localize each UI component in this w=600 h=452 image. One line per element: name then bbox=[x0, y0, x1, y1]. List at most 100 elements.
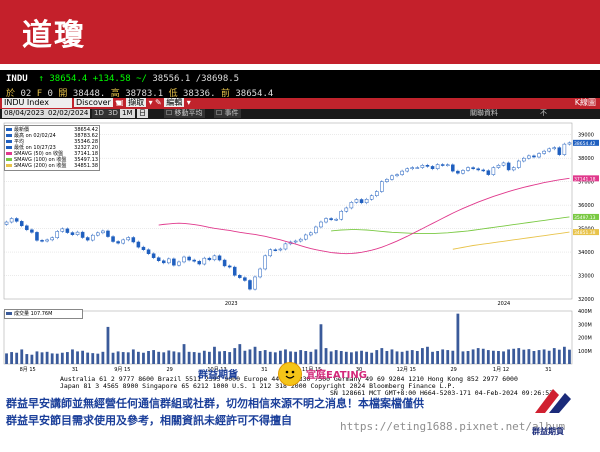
brand-right: 宜庭EATING bbox=[306, 370, 367, 381]
candle-body bbox=[101, 230, 105, 234]
candle-body bbox=[400, 170, 404, 175]
candle-body bbox=[111, 236, 115, 242]
moving-average-toggle[interactable]: ☐ 移動平均 bbox=[164, 109, 205, 118]
related-data-button[interactable]: 關聯資料 bbox=[470, 109, 498, 118]
candle-body bbox=[146, 249, 151, 254]
volume-bar bbox=[370, 352, 374, 364]
volume-bar bbox=[15, 352, 19, 364]
logo-text: 群益期貨 bbox=[532, 427, 564, 436]
candle-body bbox=[227, 265, 232, 268]
volume-bar bbox=[360, 350, 363, 364]
edit-button[interactable]: ✎ 編輯 ▾ bbox=[155, 98, 191, 108]
legend-entry: SMAVG (200) on 收盤 34851.38 bbox=[6, 163, 98, 169]
volume-bar bbox=[213, 346, 216, 364]
volume-bar bbox=[385, 351, 389, 364]
legend-swatch bbox=[6, 140, 12, 143]
settings-button[interactable]: 不 bbox=[540, 109, 547, 118]
candle-body bbox=[90, 234, 95, 241]
legend-swatch bbox=[6, 164, 12, 167]
volume-bar bbox=[111, 352, 115, 364]
x-tick-label: 29 bbox=[166, 367, 172, 373]
candle-body bbox=[547, 148, 551, 152]
volume-bar bbox=[187, 351, 191, 364]
candle-body bbox=[567, 142, 572, 145]
period-3d[interactable]: 3D bbox=[106, 109, 120, 118]
volume-bar bbox=[497, 351, 500, 364]
start-date-input[interactable]: 08/04/2023 bbox=[2, 109, 47, 118]
candle-body bbox=[395, 174, 399, 177]
discover-button[interactable]: Discover ▾ bbox=[74, 98, 119, 108]
candle-body bbox=[40, 240, 44, 242]
y-tick-label: 38000 bbox=[578, 156, 594, 162]
volume-bar bbox=[248, 349, 252, 364]
volume-bar bbox=[96, 353, 100, 364]
volume-bar bbox=[91, 353, 95, 364]
candle-body bbox=[451, 164, 455, 172]
security-field[interactable]: INDU Index bbox=[2, 98, 72, 108]
volume-bar bbox=[557, 349, 561, 364]
candle-body bbox=[75, 231, 80, 235]
candle-body bbox=[359, 199, 364, 204]
period-1d[interactable]: 1D bbox=[92, 109, 106, 118]
candle-body bbox=[161, 260, 166, 264]
candle-body bbox=[116, 241, 120, 244]
x-tick-label: 31 bbox=[72, 367, 78, 373]
price-tag-label: 37141.18 bbox=[574, 176, 596, 182]
x-tick-label: 12月 15 bbox=[397, 367, 416, 373]
candle-body bbox=[45, 239, 49, 242]
candle-body bbox=[430, 166, 435, 170]
volume-bar bbox=[76, 351, 79, 364]
candle-body bbox=[151, 253, 156, 258]
candle-body bbox=[466, 167, 470, 171]
y-tick-label: 32000 bbox=[578, 297, 594, 303]
company-logo bbox=[535, 389, 571, 413]
period-1m[interactable]: 1M bbox=[120, 109, 135, 118]
price-tag-label: 34851.38 bbox=[574, 230, 596, 236]
legend-swatch bbox=[6, 128, 12, 131]
legend-swatch bbox=[6, 158, 12, 161]
candle-body bbox=[390, 175, 394, 180]
volume-bar bbox=[436, 351, 440, 364]
candle-body bbox=[131, 237, 136, 243]
volume-bar bbox=[60, 352, 64, 364]
end-date-input[interactable]: 02/02/2024 bbox=[46, 109, 91, 118]
volume-bar bbox=[101, 351, 105, 364]
candle-body bbox=[481, 169, 486, 172]
volume-bar bbox=[395, 351, 399, 364]
volume-bar bbox=[263, 350, 267, 364]
events-toggle[interactable]: ☐ 事件 bbox=[214, 109, 241, 118]
frequency-select[interactable]: 日 bbox=[137, 109, 148, 118]
volume-bar bbox=[218, 351, 221, 364]
y-tick-label: 34000 bbox=[578, 250, 594, 256]
candle-body bbox=[380, 181, 384, 192]
candle-body bbox=[25, 225, 29, 231]
candle-body bbox=[319, 221, 323, 228]
volume-bar bbox=[25, 354, 29, 364]
candle-body bbox=[374, 191, 379, 196]
volume-bar bbox=[65, 352, 69, 364]
candle-body bbox=[268, 249, 273, 257]
legend-value: 34851.38 bbox=[74, 163, 98, 169]
candle-body bbox=[486, 170, 491, 175]
candle-body bbox=[121, 239, 125, 244]
range-low: 38556.1 bbox=[152, 74, 191, 84]
volume-plot-frame bbox=[3, 310, 573, 365]
chart-type-label[interactable]: K線圖 bbox=[575, 98, 596, 108]
terminal-toolbar: INDU Index Discover ▾ ▣ 擷取 ▾ ✎ 編輯 ▾ K線圖 bbox=[0, 98, 600, 109]
candle-body bbox=[415, 167, 420, 169]
volume-bar bbox=[512, 348, 516, 364]
candle-body bbox=[80, 231, 85, 238]
candle-body bbox=[369, 195, 374, 200]
price-change: +134.58 bbox=[92, 74, 131, 84]
volume-bar bbox=[329, 351, 333, 364]
title-banner: 道瓊 bbox=[0, 0, 600, 64]
volume-bar bbox=[81, 350, 85, 364]
volume-bar bbox=[202, 350, 206, 364]
candle-body bbox=[35, 232, 39, 241]
volume-bar bbox=[466, 351, 470, 364]
export-button[interactable]: ▣ 擷取 ▾ bbox=[116, 98, 153, 108]
candle-body bbox=[283, 243, 288, 250]
price-tag-label: 35497.13 bbox=[574, 215, 596, 221]
volume-bar bbox=[324, 348, 328, 364]
volume-tick-label: 300M bbox=[578, 322, 592, 328]
